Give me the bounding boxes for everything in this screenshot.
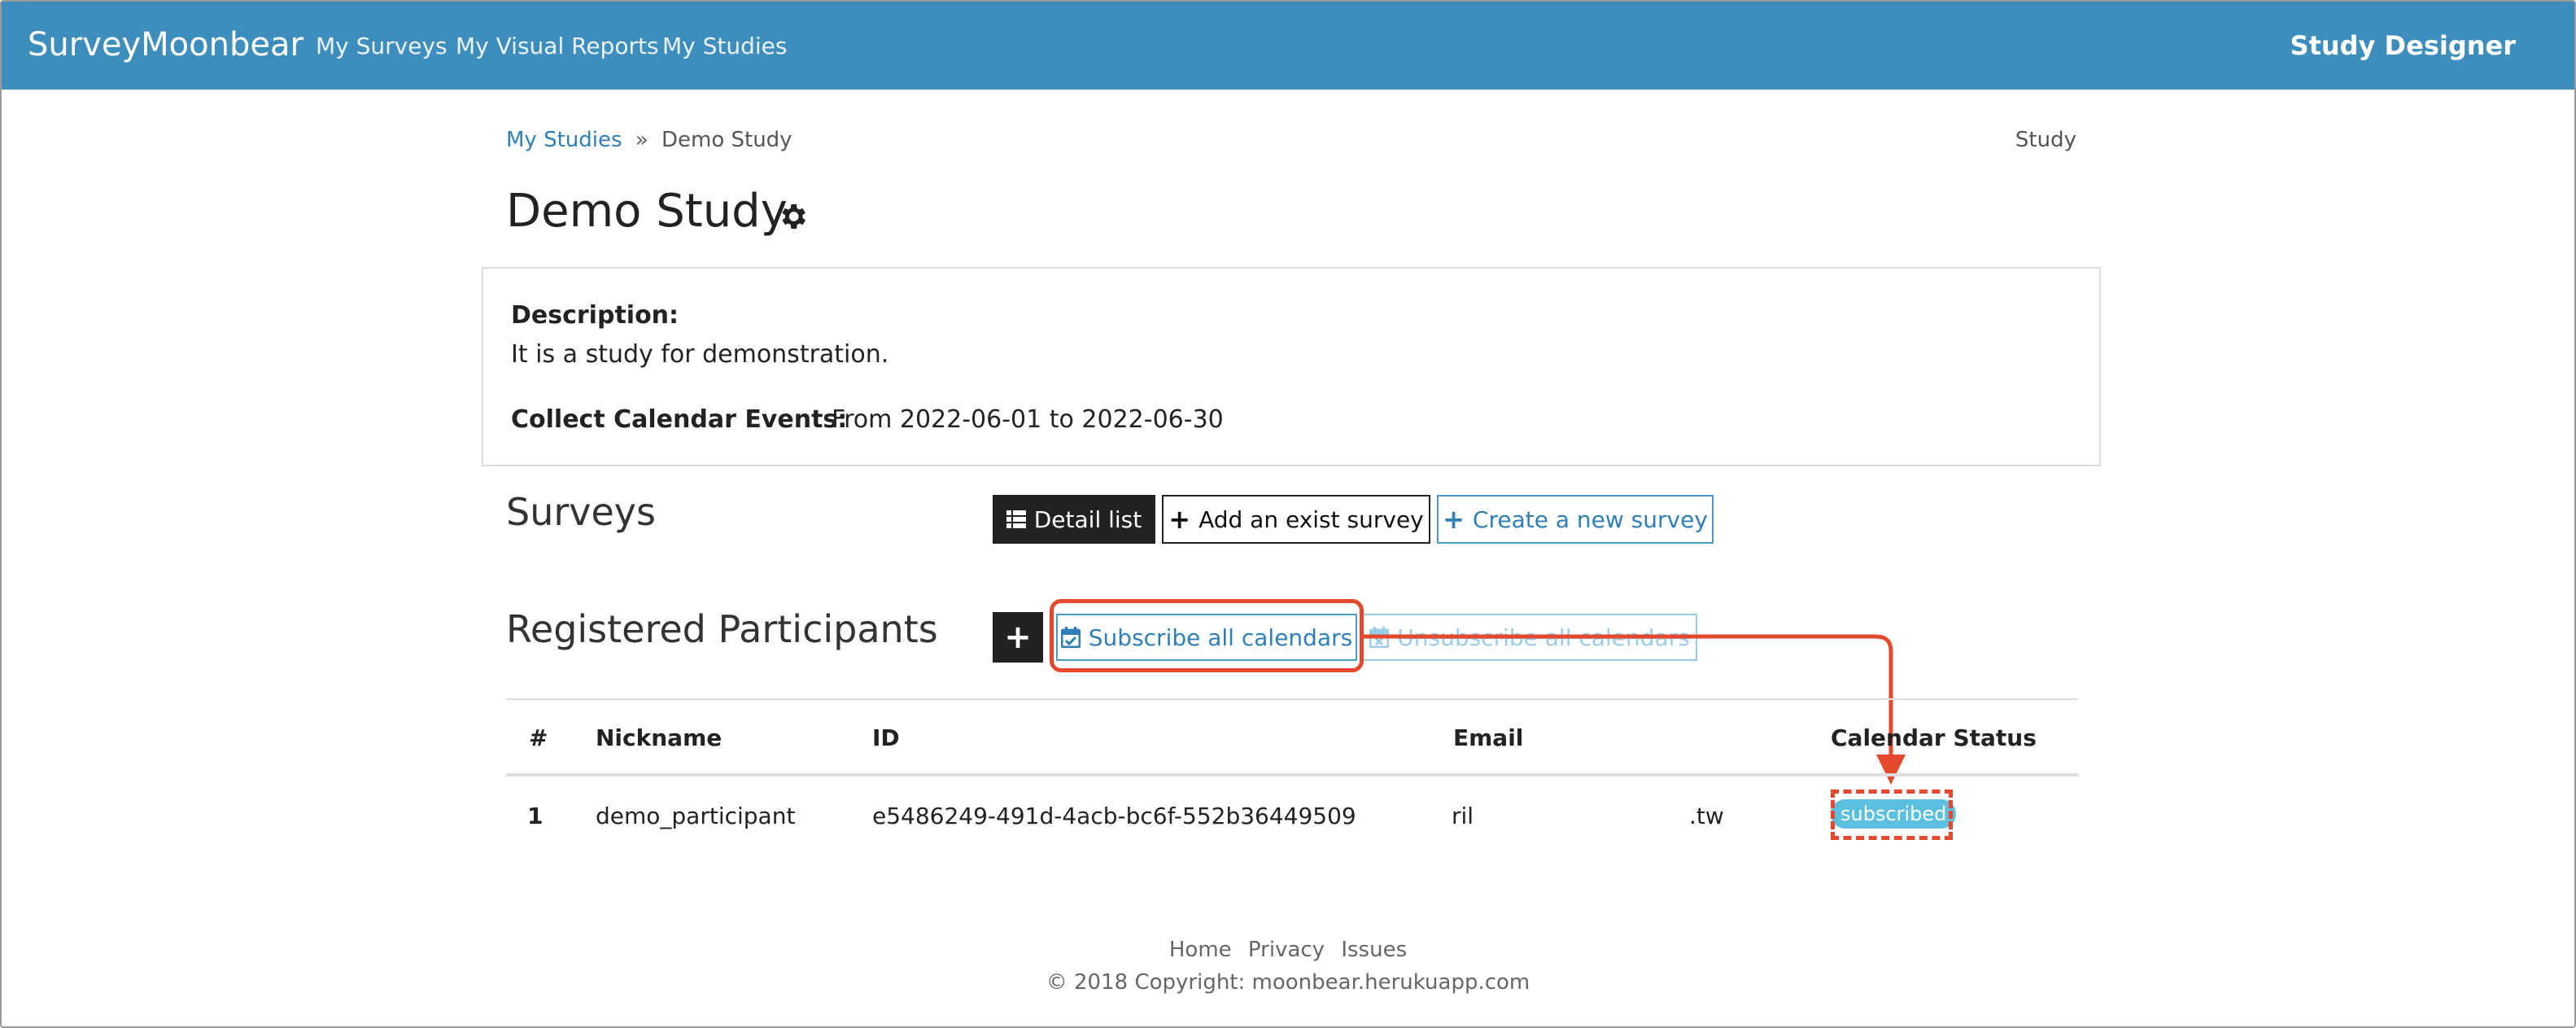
detail-list-button[interactable]: Detail list: [993, 495, 1155, 544]
row-number: 1: [527, 803, 544, 829]
column-header-calendar-status: Calendar Status: [1831, 724, 2037, 751]
breadcrumb-separator: »: [635, 128, 648, 152]
column-header-nickname: Nickname: [596, 724, 723, 751]
row-email-start: ril: [1452, 803, 1474, 829]
column-header-number: #: [529, 724, 548, 751]
calendar-events-range: From 2022-06-01 to 2022-06-30: [832, 405, 1224, 434]
surveys-title: Surveys: [506, 490, 656, 534]
participants-title: Registered Participants: [506, 607, 938, 651]
list-icon: [1006, 510, 1026, 528]
footer-link-issues[interactable]: Issues: [1341, 938, 1407, 962]
plus-icon: +: [1168, 504, 1191, 535]
study-description-panel: Description: It is a study for demonstra…: [482, 267, 2101, 466]
row-nickname: demo_participant: [596, 803, 796, 829]
table-top-divider: [506, 698, 2078, 700]
column-header-email: Email: [1453, 724, 1524, 751]
footer-links: Home Privacy Issues: [2, 938, 2574, 962]
add-exist-survey-label: Add an exist survey: [1198, 505, 1424, 533]
unsubscribe-all-calendars-label: Unsubscribe all calendars: [1397, 623, 1690, 651]
calendar-x-icon: [1369, 627, 1390, 648]
create-new-survey-label: Create a new survey: [1472, 505, 1708, 533]
brand-link[interactable]: SurveyMoonbear: [28, 26, 303, 63]
breadcrumb-current: Demo Study: [661, 128, 792, 152]
footer-copyright: © 2018 Copyright: moonbear.herukuapp.com: [1046, 970, 1530, 995]
gear-icon[interactable]: [776, 200, 809, 233]
top-navbar: SurveyMoonbear My Surveys My Visual Repo…: [2, 2, 2574, 90]
nav-my-visual-reports[interactable]: My Visual Reports: [456, 33, 659, 59]
add-exist-survey-button[interactable]: + Add an exist survey: [1162, 495, 1430, 544]
status-badge[interactable]: subscribed: [1831, 799, 1957, 829]
footer-link-privacy[interactable]: Privacy: [1248, 938, 1325, 962]
breadcrumb-right-label: Study: [2015, 128, 2076, 152]
app-window: SurveyMoonbear My Surveys My Visual Repo…: [0, 0, 2576, 1028]
annotation-highlight-box: [1050, 599, 1364, 672]
description-text: It is a study for demonstration.: [511, 340, 889, 369]
add-participant-button[interactable]: +: [993, 612, 1043, 663]
description-label: Description:: [511, 301, 679, 330]
row-id: e5486249-491d-4acb-bc6f-552b36449509: [872, 803, 1356, 829]
calendar-events-label: Collect Calendar Events:: [511, 405, 848, 434]
footer-link-home[interactable]: Home: [1169, 938, 1232, 962]
column-header-id: ID: [872, 724, 900, 751]
breadcrumb-my-studies[interactable]: My Studies: [506, 128, 622, 152]
nav-study-designer[interactable]: Study Designer: [2290, 30, 2516, 61]
page-title: Demo Study: [506, 185, 788, 238]
detail-list-label: Detail list: [1033, 505, 1142, 533]
create-new-survey-button[interactable]: + Create a new survey: [1437, 495, 1714, 544]
nav-my-surveys[interactable]: My Surveys: [316, 33, 448, 59]
row-email-end: .tw: [1689, 803, 1724, 829]
table-header-divider: [506, 773, 2078, 776]
breadcrumb: My Studies » Demo Study: [506, 128, 792, 152]
plus-icon: +: [1443, 504, 1465, 535]
unsubscribe-all-calendars-button[interactable]: Unsubscribe all calendars: [1362, 614, 1697, 661]
nav-my-studies[interactable]: My Studies: [662, 33, 788, 59]
